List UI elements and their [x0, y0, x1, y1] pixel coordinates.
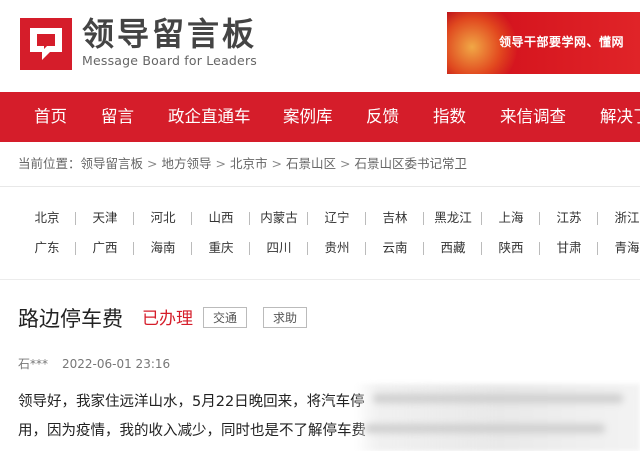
region-link[interactable]: 河北	[133, 203, 192, 233]
region-link[interactable]: 广东	[18, 233, 76, 263]
breadcrumb-item[interactable]: 石景山区	[286, 156, 336, 171]
region-link[interactable]: 浙江	[597, 203, 640, 233]
site-logo-icon[interactable]	[20, 18, 72, 70]
region-link[interactable]: 吉林	[365, 203, 424, 233]
region-link[interactable]: 广西	[75, 233, 134, 263]
breadcrumb-prefix: 当前位置：	[18, 156, 81, 171]
region-link[interactable]: 甘肃	[539, 233, 598, 263]
nav-item-home[interactable]: 首页	[34, 92, 67, 142]
breadcrumb-separator: >	[340, 156, 351, 171]
tag-help[interactable]: 求助	[263, 307, 308, 328]
nav-item-message[interactable]: 留言	[101, 92, 134, 142]
breadcrumb: 当前位置：领导留言板 > 地方领导 > 北京市 > 石景山区 > 石景山区委书记常卫	[18, 155, 467, 173]
post-author: 石***	[18, 357, 49, 371]
nav-item-index[interactable]: 指数	[433, 92, 466, 142]
region-link[interactable]: 青海	[597, 233, 640, 263]
region-link[interactable]: 黑龙江	[423, 203, 482, 233]
breadcrumb-separator: >	[147, 156, 158, 171]
tag-traffic[interactable]: 交通	[203, 307, 248, 328]
breadcrumb-item[interactable]: 地方领导	[162, 156, 212, 171]
region-link[interactable]: 北京	[18, 203, 76, 233]
post-title: 路边停车费	[18, 307, 123, 331]
region-link[interactable]: 陕西	[481, 233, 540, 263]
post-date: 2022-06-01 23:16	[62, 357, 171, 371]
nav-item-cases[interactable]: 案例库	[283, 92, 333, 142]
breadcrumb-separator: >	[271, 156, 283, 171]
region-link[interactable]: 贵州	[307, 233, 366, 263]
breadcrumb-item-current[interactable]: 石景山区委书记常卫	[355, 156, 468, 171]
blurred-text-overlay	[355, 384, 640, 451]
region-link[interactable]: 云南	[365, 233, 424, 263]
region-link[interactable]: 天津	[75, 203, 134, 233]
region-link[interactable]: 重庆	[191, 233, 250, 263]
region-link[interactable]: 辽宁	[307, 203, 366, 233]
region-link[interactable]: 内蒙古	[249, 203, 308, 233]
nav-item-direct[interactable]: 政企直通车	[168, 92, 251, 142]
region-link[interactable]: 四川	[249, 233, 308, 263]
divider	[0, 279, 640, 280]
breadcrumb-item[interactable]: 领导留言板	[81, 156, 144, 171]
nav-item-survey[interactable]: 来信调查	[500, 92, 566, 142]
region-link[interactable]: 上海	[481, 203, 540, 233]
promo-banner[interactable]: 领导干部要学网、懂网	[447, 12, 640, 74]
main-nav: 首页 留言 政企直通车 案例库 反馈 指数 来信调查 解决了	[0, 92, 640, 142]
brand-subtitle: Message Board for Leaders	[82, 53, 258, 68]
status-badge: 已办理	[142, 309, 193, 329]
region-grid: 北京 天津 河北 山西 内蒙古 辽宁 吉林 黑龙江 上海 江苏 浙江 广东 广西…	[0, 195, 640, 273]
region-link[interactable]: 山西	[191, 203, 250, 233]
site-header: 领导留言板 Message Board for Leaders 领导干部要学网、…	[0, 0, 640, 92]
region-link[interactable]: 江苏	[539, 203, 598, 233]
nav-item-solved[interactable]: 解决了	[600, 92, 640, 142]
breadcrumb-item[interactable]: 北京市	[230, 156, 268, 171]
divider	[0, 186, 640, 187]
region-link[interactable]: 海南	[133, 233, 192, 263]
banner-text: 领导干部要学网、懂网	[499, 35, 625, 49]
brand-name: 领导留言板	[82, 15, 258, 53]
breadcrumb-separator: >	[215, 156, 227, 171]
nav-item-feedback[interactable]: 反馈	[366, 92, 399, 142]
region-link[interactable]: 西藏	[423, 233, 482, 263]
